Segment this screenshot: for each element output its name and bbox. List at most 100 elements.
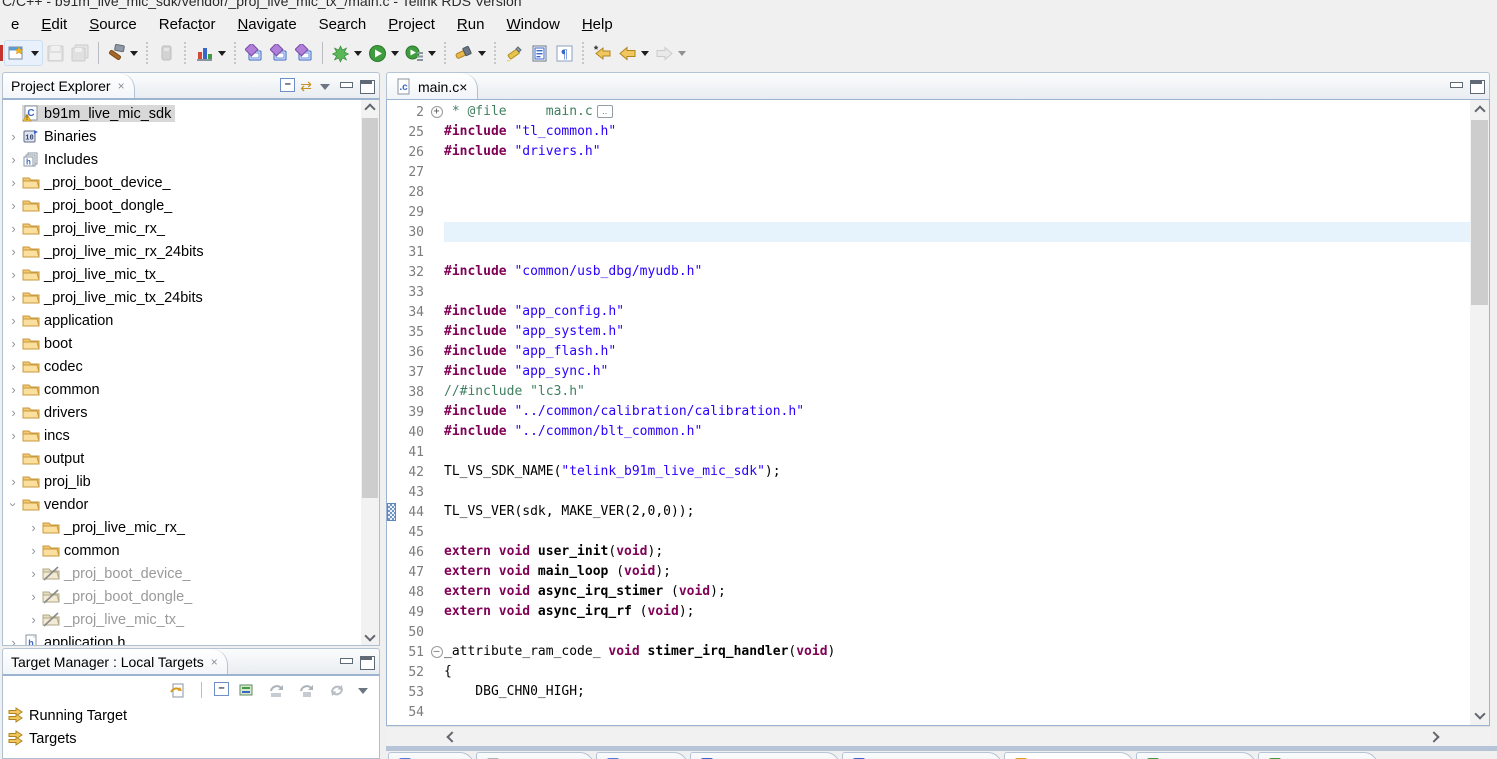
tree-item--proj-live-mic-tx-[interactable]: ›_proj_live_mic_tx_ <box>3 608 361 631</box>
code-line-49[interactable]: 49extern void async_irq_rf (void); <box>387 602 1470 622</box>
scroll-up-icon[interactable] <box>361 100 379 118</box>
view-menu-icon[interactable] <box>355 683 371 697</box>
dropdown-arrow-icon[interactable] <box>678 51 686 56</box>
code-line-54[interactable]: 54 <box>387 702 1470 722</box>
fold-toggle-icon[interactable]: + <box>429 106 444 118</box>
fold-toggle-icon[interactable]: – <box>429 646 444 658</box>
dropdown-arrow-icon[interactable] <box>641 51 649 56</box>
code-line-29[interactable]: 29 <box>387 202 1470 222</box>
code-line-27[interactable]: 27 <box>387 162 1470 182</box>
refresh-targets-button[interactable] <box>166 677 190 703</box>
target-item-running-target[interactable]: Running Target <box>3 704 379 727</box>
scroll-left-icon[interactable] <box>446 731 457 742</box>
menu-navigate[interactable]: Navigate <box>226 13 307 36</box>
tree-item-application[interactable]: ›application <box>3 309 361 332</box>
bottom-view-tab-7[interactable] <box>1136 752 1256 759</box>
menu-search[interactable]: Search <box>308 13 378 36</box>
scroll-down-icon[interactable] <box>361 627 379 645</box>
expand-arrow-icon[interactable]: › <box>5 221 22 236</box>
expand-arrow-icon[interactable]: › <box>5 405 22 420</box>
code-line-36[interactable]: 36#include "app_flash.h" <box>387 342 1470 362</box>
bottom-view-tab-3[interactable] <box>596 752 688 759</box>
menu-refactor[interactable]: Refactor <box>148 13 227 36</box>
code-line-50[interactable]: 50 <box>387 622 1470 642</box>
collapse-all-icon[interactable] <box>279 79 295 93</box>
scrollbar-thumb[interactable] <box>1471 120 1488 305</box>
code-line-38[interactable]: 38//#include "lc3.h" <box>387 382 1470 402</box>
mark-occurrences-button[interactable] <box>502 40 527 66</box>
code-line-43[interactable]: 43 <box>387 482 1470 502</box>
menu-help[interactable]: Help <box>571 13 624 36</box>
tree-item-proj-lib[interactable]: ›proj_lib <box>3 470 361 493</box>
tree-item-drivers[interactable]: ›drivers <box>3 401 361 424</box>
code-line-33[interactable]: 33 <box>387 282 1470 302</box>
dropdown-arrow-icon[interactable] <box>130 51 138 56</box>
expand-arrow-icon[interactable]: › <box>5 382 22 397</box>
disabled-button-1[interactable] <box>265 677 289 703</box>
tree-item-binaries[interactable]: ›10Binaries <box>3 125 361 148</box>
scrollbar-thumb[interactable] <box>362 118 378 498</box>
expand-arrow-icon[interactable]: › <box>5 336 22 351</box>
editor-horizontal-scrollbar[interactable] <box>386 726 1490 746</box>
show-whitespace-button[interactable]: ¶ <box>552 40 577 66</box>
code-line-45[interactable]: 45 <box>387 522 1470 542</box>
dropdown-arrow-icon[interactable] <box>31 51 39 56</box>
expand-arrow-icon[interactable]: › <box>5 152 22 167</box>
tree-item-boot[interactable]: ›boot <box>3 332 361 355</box>
menu-run[interactable]: Run <box>446 13 496 36</box>
menu-edit[interactable]: Edit <box>30 13 78 36</box>
tab-main-c[interactable]: .c main.c × <box>387 73 478 100</box>
tree-item--proj-live-mic-rx-24bits[interactable]: ›_proj_live_mic_rx_24bits <box>3 240 361 263</box>
expand-arrow-icon[interactable]: › <box>25 612 42 627</box>
save-button[interactable] <box>43 40 68 66</box>
dropdown-arrow-icon[interactable] <box>354 51 362 56</box>
expand-arrow-icon[interactable]: › <box>25 543 42 558</box>
code-editor[interactable]: 2+ * @file main.c‥25#include "tl_common.… <box>387 102 1470 725</box>
expand-arrow-icon[interactable]: › <box>5 175 22 190</box>
tree-item--proj-live-mic-tx-[interactable]: ›_proj_live_mic_tx_ <box>3 263 361 286</box>
minimize-icon[interactable] <box>338 655 354 669</box>
flash-tool-button-3[interactable] <box>292 40 317 66</box>
code-line-25[interactable]: 25#include "tl_common.h" <box>387 122 1470 142</box>
link-with-editor-icon[interactable]: ⇄ <box>300 79 312 93</box>
tab-project-explorer[interactable]: Project Explorer × <box>3 73 135 99</box>
tree-item--proj-boot-device-[interactable]: ›_proj_boot_device_ <box>3 171 361 194</box>
minimize-icon[interactable] <box>338 79 354 93</box>
expand-arrow-icon[interactable]: › <box>25 520 42 535</box>
tree-item--proj-boot-dongle-[interactable]: ›_proj_boot_dongle_ <box>3 194 361 217</box>
expand-arrow-icon[interactable]: › <box>5 635 22 645</box>
sash-divider[interactable] <box>386 746 1497 751</box>
dropdown-arrow-icon[interactable] <box>391 51 399 56</box>
dropdown-arrow-icon[interactable] <box>218 51 226 56</box>
code-line-28[interactable]: 28 <box>387 182 1470 202</box>
code-line-46[interactable]: 46extern void user_init(void); <box>387 542 1470 562</box>
external-tools-button[interactable] <box>402 40 439 66</box>
expand-arrow-icon[interactable]: › <box>5 244 22 259</box>
code-line-39[interactable]: 39#include "../common/calibration/calibr… <box>387 402 1470 422</box>
scroll-right-icon[interactable] <box>1428 731 1439 742</box>
target-item-targets[interactable]: Targets <box>3 727 379 750</box>
project-explorer-scrollbar[interactable] <box>361 100 379 645</box>
save-all-button[interactable] <box>68 40 93 66</box>
expand-arrow-icon[interactable]: › <box>5 129 22 144</box>
expand-arrow-icon[interactable]: › <box>25 589 42 604</box>
build-button[interactable] <box>104 40 141 66</box>
bottom-view-tab-6[interactable] <box>1004 752 1134 759</box>
tree-item-output[interactable]: output <box>3 447 361 470</box>
close-icon[interactable]: × <box>459 79 467 95</box>
last-edit-location-button[interactable] <box>527 40 552 66</box>
expand-arrow-icon[interactable]: › <box>5 474 22 489</box>
tree-item--proj-boot-dongle-[interactable]: ›_proj_boot_dongle_ <box>3 585 361 608</box>
tree-item-incs[interactable]: ›incs <box>3 424 361 447</box>
tree-item-codec[interactable]: ›codec <box>3 355 361 378</box>
tree-item-application-h[interactable]: ›happlication.h <box>3 631 361 645</box>
forward-button[interactable] <box>652 40 689 66</box>
flash-tool-button-1[interactable] <box>242 40 267 66</box>
menu-project[interactable]: Project <box>377 13 446 36</box>
code-line-47[interactable]: 47extern void main_loop (void); <box>387 562 1470 582</box>
code-line-26[interactable]: 26#include "drivers.h" <box>387 142 1470 162</box>
maximize-icon[interactable] <box>359 655 375 669</box>
code-line-44[interactable]: 44TL_VS_VER(sdk, MAKE_VER(2,0,0)); <box>387 502 1470 522</box>
tree-item--proj-live-mic-rx-[interactable]: ›_proj_live_mic_rx_ <box>3 217 361 240</box>
bottom-view-tab-1[interactable] <box>388 752 474 759</box>
